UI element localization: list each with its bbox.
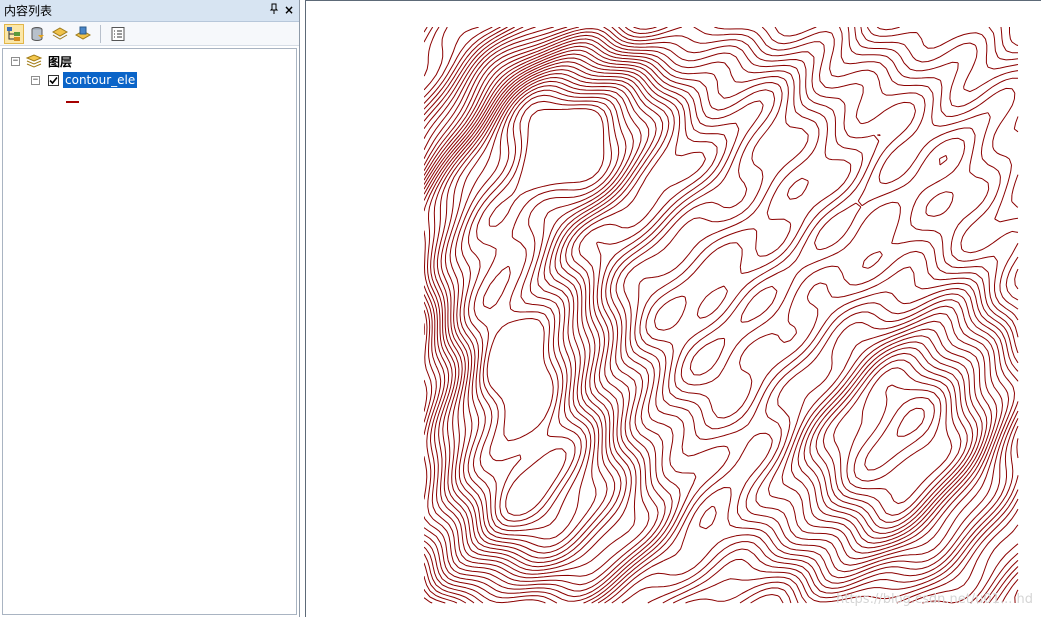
toolbar-separator [100,24,101,43]
layer-name-label[interactable]: contour_ele [63,72,138,88]
layers-tree-icon [7,26,20,41]
close-icon[interactable]: × [282,3,296,17]
layers-group-icon [25,54,43,68]
checkmark-icon [49,76,58,84]
watermark-text: https://blog.csdn.net/u01... hd [836,592,1033,607]
toc-title: 内容列表 [4,4,53,18]
selection-layer-icon [75,26,91,40]
collapse-layer-button[interactable]: − [31,75,40,85]
contour-lines [424,27,1019,604]
layer-visibility-checkbox[interactable] [48,74,59,86]
options-list-icon [111,26,125,41]
tree-row-layer: − contour_ele [31,71,138,89]
list-by-source-button[interactable] [27,24,47,44]
database-icon [31,26,44,41]
options-button[interactable] [108,24,128,44]
layers-group-label[interactable]: 图层 [48,53,72,70]
list-by-visibility-button[interactable] [50,24,70,44]
table-of-contents-pane: 内容列表 × − 图层 − contour_ele [0,0,300,617]
contour-map-canvas[interactable] [424,27,1020,607]
collapse-group-button[interactable]: − [11,56,20,66]
layer-legend-line-symbol [66,101,79,103]
list-by-drawing-order-button[interactable] [4,23,24,44]
toc-tree: − 图层 − contour_ele [2,48,297,615]
toc-titlebar: 内容列表 × [0,0,299,22]
toc-toolbar [0,22,299,46]
list-by-selection-button[interactable] [73,24,93,44]
map-display[interactable]: https://blog.csdn.net/u01... hd [305,0,1041,617]
pin-icon[interactable] [267,3,281,17]
tree-row-layers-group: − 图层 [11,52,72,70]
layer-stack-icon [52,26,68,40]
